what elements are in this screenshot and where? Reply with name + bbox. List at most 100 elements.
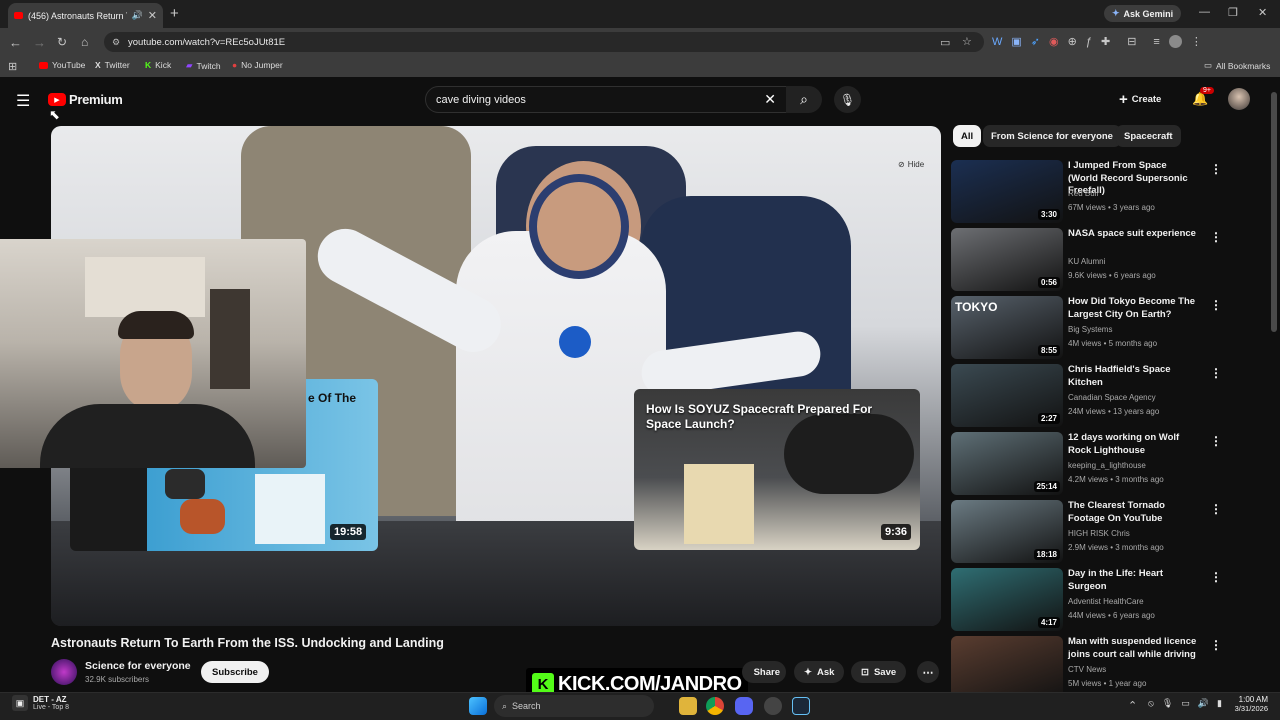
channel-name[interactable]: Science for everyone [85,660,191,672]
chip-spacecraft[interactable]: Spacecraft [1116,125,1181,147]
file-explorer-icon[interactable] [679,697,697,715]
steam-icon[interactable] [792,697,810,715]
more-options-icon[interactable]: ⋮ [1210,162,1222,176]
discord-icon[interactable] [735,697,753,715]
more-options-icon[interactable]: ⋮ [1210,366,1222,380]
share-button[interactable]: Share [742,661,786,683]
recommendation-channel[interactable]: Adventist HealthCare [1068,597,1144,606]
all-bookmarks[interactable]: ▭ All Bookmarks [1204,60,1270,71]
video-thumbnail[interactable]: 18:18 [951,500,1063,563]
video-thumbnail[interactable]: TOKYO 8:55 [951,296,1063,359]
more-actions-button[interactable]: ⋯ [917,661,939,683]
video-thumbnail[interactable]: 3:30 [951,160,1063,223]
bookmark-youtube[interactable]: YouTube [39,60,85,70]
recommendation-title[interactable]: 12 days working on Wolf Rock Lighthouse [1068,432,1198,457]
subscribe-button[interactable]: Subscribe [201,661,269,683]
video-thumbnail[interactable]: 25:14 [951,432,1063,495]
close-window-icon[interactable]: ✕ [1258,6,1267,19]
recommendation-title[interactable]: How Did Tokyo Become The Largest City On… [1068,296,1198,321]
volume-icon[interactable]: 🔊 [1198,698,1209,709]
tray-chevron-icon[interactable]: ⌃ [1128,699,1137,712]
recommendation-channel[interactable]: HIGH RISK Chris [1068,529,1130,538]
restore-window-icon[interactable]: ❐ [1228,6,1238,19]
bookmark-nojumper[interactable]: ● No Jumper [232,60,283,70]
bookmark-kick[interactable]: K Kick [145,60,171,70]
recommendation-channel[interactable]: keeping_a_lighthouse [1068,461,1146,470]
microphone-icon[interactable]: 🎙 [1162,698,1173,709]
channel-avatar[interactable] [51,659,77,685]
chip-from-channel[interactable]: From Science for everyone [983,125,1121,147]
recommendation-item[interactable]: 3:30 I Jumped From Space (World Record Su… [951,160,1280,224]
youtube-logo[interactable]: ▶ Premium [48,92,123,107]
video-thumbnail[interactable] [951,636,1063,699]
recommendation-title[interactable]: NASA space suit experience [1068,228,1198,241]
video-thumbnail[interactable]: 0:56 [951,228,1063,291]
extension-icon[interactable]: ▣ [1011,35,1021,48]
home-icon[interactable]: ⌂ [81,35,88,49]
close-tab-icon[interactable]: ✕ [148,9,157,22]
more-options-icon[interactable]: ⋮ [1210,230,1222,244]
more-options-icon[interactable]: ⋮ [1210,434,1222,448]
recommendation-channel[interactable]: CTV News [1068,665,1106,674]
reading-list-icon[interactable]: ≡ [1153,35,1159,48]
clock[interactable]: 1:00 AM 3/31/2026 [1228,695,1268,713]
search-input[interactable]: cave diving videos ✕ [425,86,787,113]
recommendation-item[interactable]: 4:17 Day in the Life: Heart Surgeon Advent… [951,568,1280,632]
video-thumbnail[interactable]: 2:27 [951,364,1063,427]
cast-icon[interactable]: ▭ [940,36,950,49]
recommendation-channel[interactable]: Big Systems [1068,325,1112,334]
bookmark-twitter[interactable]: X Twitter [95,60,130,70]
reload-icon[interactable]: ↻ [57,35,67,49]
more-options-icon[interactable]: ⋮ [1210,298,1222,312]
more-options-icon[interactable]: ⋮ [1210,570,1222,584]
recommendation-item[interactable]: TOKYO 8:55 How Did Tokyo Become The Larges… [951,296,1280,360]
clear-search-icon[interactable]: ✕ [764,91,776,108]
recommendation-item[interactable]: 25:14 12 days working on Wolf Rock Lighth… [951,432,1280,496]
scrollbar[interactable] [1271,92,1277,332]
recommendation-channel[interactable]: Red Bull [1068,189,1098,198]
hide-endcards-button[interactable]: ⊘ Hide [898,160,924,169]
extension-icon[interactable]: ⊕ [1068,35,1077,48]
taskbar-search[interactable]: ⌕ Search [494,695,654,717]
hamburger-menu-icon[interactable]: ☰ [16,91,30,111]
puzzle-icon[interactable]: ✚ [1101,35,1110,48]
endcard-video-right[interactable]: How Is SOYUZ Spacecraft Prepared For Spa… [634,389,920,550]
display-icon[interactable]: ▭ [1181,698,1190,709]
chip-all[interactable]: All [953,125,982,147]
avatar[interactable] [1228,88,1250,110]
more-options-icon[interactable]: ⋮ [1210,502,1222,516]
ask-button[interactable]: ✦ Ask [794,661,845,683]
obs-icon[interactable] [764,697,782,715]
recommendation-item[interactable]: 2:27 Chris Hadfield's Space Kitchen Canadi… [951,364,1280,428]
recommendation-title[interactable]: Man with suspended licence joins court c… [1068,636,1198,661]
site-info-icon[interactable]: ⚙ [112,37,120,48]
back-icon[interactable]: ← [9,35,22,50]
recommendation-channel[interactable]: Canadian Space Agency [1068,393,1156,402]
browser-tab[interactable]: (456) Astronauts Return To E 🔊 ✕ [8,3,163,28]
recommendation-title[interactable]: Day in the Life: Heart Surgeon [1068,568,1198,593]
recommendation-title[interactable]: The Clearest Tornado Footage On YouTube [1068,500,1198,525]
recommendation-item[interactable]: 0:56 NASA space suit experience KU Alumni 9… [951,228,1280,292]
extension-icon[interactable]: ➶ [1031,35,1040,48]
video-thumbnail[interactable]: 4:17 [951,568,1063,631]
weather-widget[interactable]: ▣ DET - AZ Live - Top 8 [12,695,69,711]
extension-icon[interactable]: ƒ [1086,35,1092,48]
save-button[interactable]: ⊡ Save [851,661,907,683]
new-tab-button[interactable]: + [170,5,179,22]
notifications-button[interactable]: 🔔 9+ [1192,87,1214,108]
ask-gemini-button[interactable]: ✦ Ask Gemini [1104,5,1182,22]
apps-grid-icon[interactable]: ⊞ [8,60,17,73]
extension-icon[interactable]: W [992,35,1002,48]
sidepanel-icon[interactable]: ⊟ [1127,35,1136,48]
profile-icon[interactable] [1168,35,1182,48]
battery-icon[interactable]: ▮ [1217,698,1222,709]
speaker-icon[interactable]: 🔊 [132,10,143,21]
windows-start-icon[interactable] [469,697,487,715]
minimize-window-icon[interactable]: — [1199,6,1210,18]
search-button[interactable]: ⌕ [786,86,822,113]
wifi-off-icon[interactable]: ⦸ [1148,698,1154,709]
voice-search-button[interactable]: 🎙 [834,86,861,113]
bookmark-twitch[interactable]: ▰ Twitch [186,60,221,71]
chrome-icon[interactable] [706,697,724,715]
menu-kebab-icon[interactable]: ⋮ [1191,35,1202,48]
